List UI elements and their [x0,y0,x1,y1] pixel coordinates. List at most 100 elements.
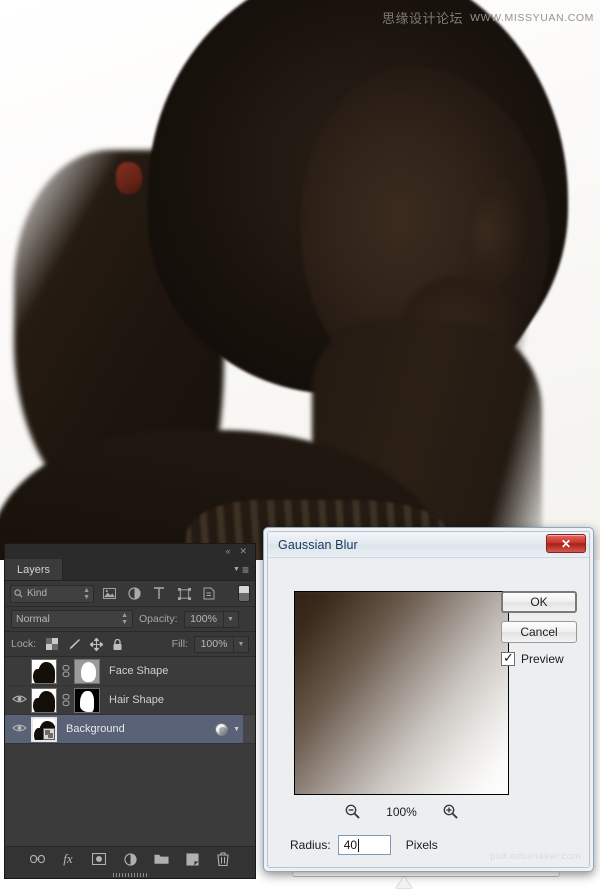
layer-list: Face Shape Hair Shape Background ▼ [5,657,255,846]
layer-mask-thumbnail[interactable] [74,687,100,713]
smart-object-filter-icon[interactable] [199,584,219,603]
layer-row-hair-shape[interactable]: Hair Shape [5,686,255,715]
dialog-watermark: psd.eduimaker.com [490,851,581,862]
units-label: Pixels [405,838,438,852]
blend-mode-value: Normal [16,613,50,625]
layer-thumbnails [31,658,100,684]
cancel-button[interactable]: Cancel [501,621,577,643]
fill-dropdown-icon[interactable]: ▼ [234,635,249,653]
layer-thumbnail[interactable] [31,658,57,684]
layer-effects-icon[interactable] [215,722,229,736]
preview-checkbox[interactable] [501,650,515,666]
filter-kind-label: Kind [27,588,48,599]
dialog-titlebar[interactable]: Gaussian Blur ✕ [268,532,589,558]
layer-thumbnail[interactable] [31,687,57,713]
lock-transparent-pixels-icon[interactable] [46,638,59,650]
close-icon[interactable]: ✕ [546,534,586,553]
radius-input[interactable]: 40 [337,835,391,855]
image-canvas: 思缘设计论坛 WWW.MISSYUAN.COM [0,0,600,560]
layer-thumbnail[interactable] [31,716,57,742]
lock-position-icon[interactable] [90,637,104,651]
layer-style-fx-icon[interactable]: fx [60,851,76,867]
link-mask-icon[interactable] [60,694,71,706]
filter-enable-switch[interactable] [238,585,250,602]
layer-row-background[interactable]: Background ▼ [5,715,255,744]
layer-name: Background [66,723,125,735]
lock-all-icon[interactable] [112,638,123,651]
layer-thumbnails [31,687,100,713]
filter-preview[interactable] [294,591,509,795]
shape-layer-filter-icon[interactable] [174,584,194,603]
lock-row: Lock: Fill: 100% ▼ [5,632,255,657]
fill-label: Fill: [171,638,188,650]
dialog-button-column: OK Cancel Preview [501,591,577,666]
radius-slider[interactable] [292,868,560,890]
hair-tie [116,162,142,194]
opacity-label: Opacity: [139,613,178,625]
layer-list-scrollbar[interactable] [243,715,255,743]
link-mask-icon[interactable] [60,665,71,677]
layer-visibility-toggle-hair-shape[interactable] [7,686,31,715]
new-layer-icon[interactable] [184,851,200,867]
photoshop-screenshot: 思缘设计论坛 WWW.MISSYUAN.COM « ✕ Layers ▼ ≡ K… [0,0,600,893]
preview-zoom-controls: 100% [294,804,509,819]
preview-label: Preview [521,652,564,666]
layers-panel: « ✕ Layers ▼ ≡ Kind ▲ ▼ Normal ▲ ▼ Opaci… [4,543,256,879]
eye-icon [11,723,27,736]
pixel-layer-filter-icon[interactable] [99,584,119,603]
panel-topbar: « ✕ [5,544,255,559]
delete-layer-icon[interactable] [215,851,231,867]
opacity-control[interactable]: 100% ▼ [183,610,239,628]
radius-control-row: Radius: 40 Pixels [290,835,438,855]
filter-kind-select[interactable]: Kind ▲ ▼ [10,584,94,603]
close-panel-icon[interactable]: ✕ [239,547,247,556]
add-layer-mask-icon[interactable] [91,851,107,867]
collapse-panel-icon[interactable]: « [225,547,230,556]
zoom-out-icon[interactable] [345,804,360,819]
panel-resize-grip[interactable] [5,871,255,878]
text-caret [358,838,360,852]
dialog-title: Gaussian Blur [278,537,358,552]
type-layer-filter-icon[interactable] [149,584,169,603]
layers-panel-footer: fx [5,846,255,871]
layer-mask-thumbnail[interactable] [74,658,100,684]
lock-icon-group [46,637,123,651]
ok-button[interactable]: OK [501,591,577,613]
opacity-value[interactable]: 100% [183,610,224,628]
new-group-icon[interactable] [153,851,169,867]
lock-image-pixels-icon[interactable] [67,638,81,651]
hamburger-icon: ≡ [241,562,249,577]
expand-effects-icon[interactable]: ▼ [233,726,240,733]
opacity-dropdown-icon[interactable]: ▼ [223,610,239,628]
zoom-in-icon[interactable] [443,804,458,819]
link-layers-icon[interactable] [29,851,45,867]
slider-track[interactable] [292,871,560,877]
search-icon [14,589,23,598]
fill-value[interactable]: 100% [194,635,234,653]
layer-row-face-shape[interactable]: Face Shape [5,657,255,686]
preview-checkbox-row[interactable]: Preview [501,650,577,666]
layer-filter-row: Kind ▲ ▼ [5,581,255,607]
tabstrip-filler [63,559,233,580]
layer-name: Face Shape [109,665,169,677]
radius-label: Radius: [290,838,331,852]
blend-mode-select[interactable]: Normal ▲ ▼ [11,610,133,628]
smart-object-badge-icon [43,727,55,740]
layer-visibility-toggle-background[interactable] [7,715,31,744]
tab-layers[interactable]: Layers [5,559,64,580]
fill-control[interactable]: 100% ▼ [194,635,249,653]
lock-label: Lock: [11,638,37,650]
gaussian-blur-dialog: Gaussian Blur ✕ OK Cancel Preview [263,527,594,888]
dialog-inner: Gaussian Blur ✕ OK Cancel Preview [267,531,590,888]
chevron-down-icon: ▼ [233,566,240,573]
preview-image [295,592,508,794]
panel-menu-button[interactable]: ▼ ≡ [233,559,255,580]
new-adjustment-layer-icon[interactable] [122,851,138,867]
radius-value: 40 [343,838,358,852]
layer-visibility-toggle-face-shape[interactable] [7,657,31,686]
slider-thumb[interactable] [396,877,412,888]
stepper-icon: ▲ ▼ [83,586,90,601]
dialog-body: OK Cancel Preview 100% [268,558,589,888]
adjustment-layer-filter-icon[interactable] [124,584,144,603]
layer-name: Hair Shape [109,694,165,706]
